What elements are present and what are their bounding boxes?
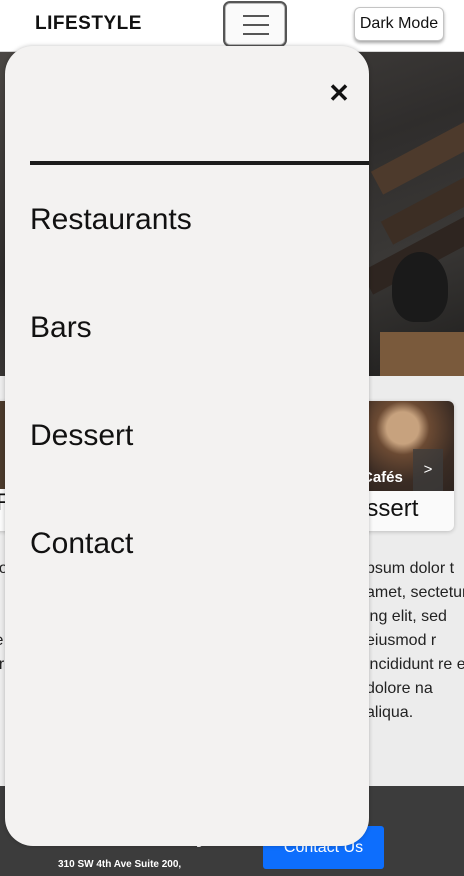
menu-divider: [30, 161, 369, 165]
menu-item-restaurants[interactable]: Restaurants: [30, 203, 192, 237]
offcanvas-menu: ✕ Restaurants Bars Dessert Contact: [5, 46, 369, 846]
brand-logo[interactable]: LIFESTYLE: [35, 13, 142, 35]
hero-stair: [370, 115, 464, 195]
carousel-next-button[interactable]: >: [413, 449, 443, 491]
hamburger-icon: [243, 15, 269, 17]
close-icon[interactable]: ✕: [325, 76, 353, 110]
card-text: psum dolor t amet, sectetur ing elit, se…: [366, 560, 464, 721]
menu-item-contact[interactable]: Contact: [30, 527, 133, 561]
hamburger-icon: [243, 24, 269, 26]
hero-table: [380, 332, 464, 376]
hamburger-icon: [243, 33, 269, 35]
menu-item-dessert[interactable]: Dessert: [30, 419, 133, 453]
footer-address: 310 SW 4th Ave Suite 200,: [58, 859, 182, 870]
menu-item-bars[interactable]: Bars: [30, 311, 92, 345]
menu-toggle-button[interactable]: [223, 1, 287, 47]
dark-mode-button[interactable]: Dark Mode: [354, 7, 444, 41]
navbar: LIFESTYLE Dark Mode: [0, 0, 464, 52]
hero-person: [392, 252, 448, 322]
